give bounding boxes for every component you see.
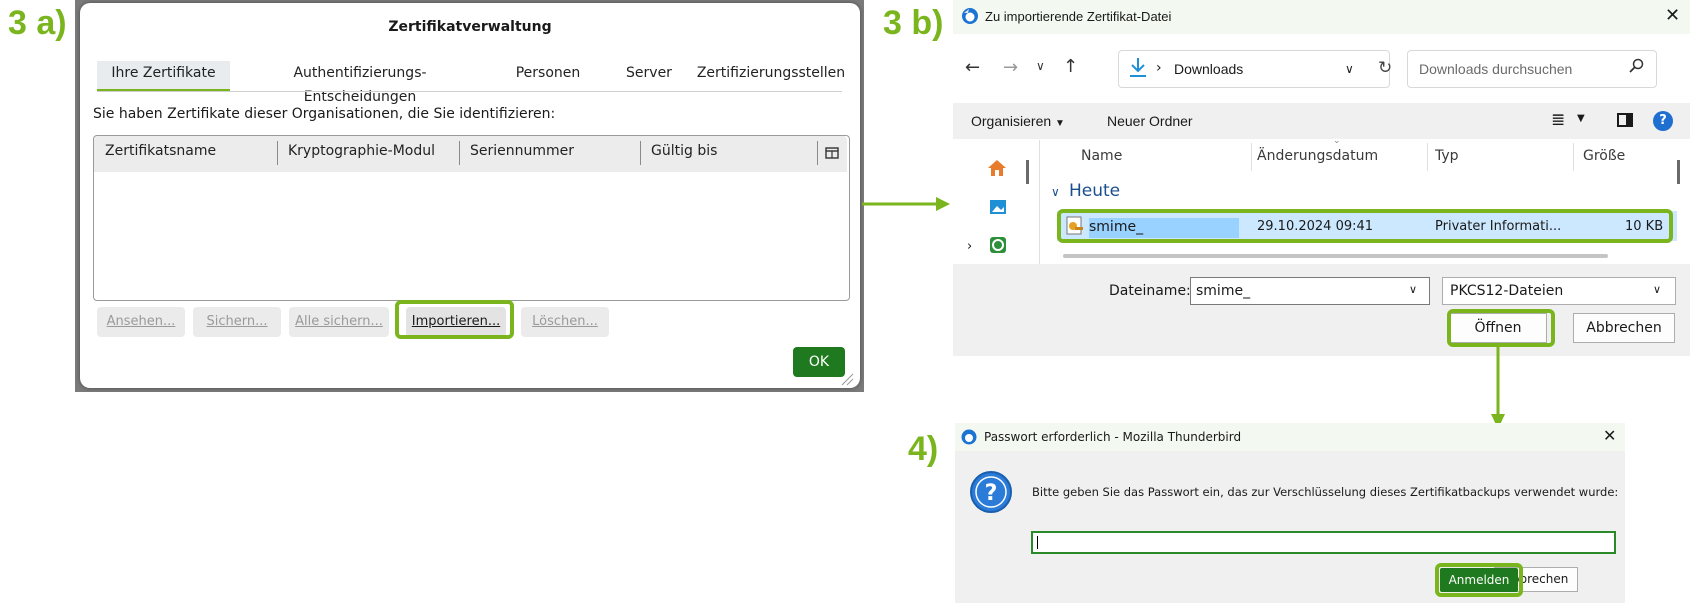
- arrow-right-icon: [862, 197, 950, 211]
- column-separator: [1427, 143, 1428, 171]
- column-header-size[interactable]: Größe: [1583, 148, 1625, 164]
- column-separator: [459, 141, 460, 165]
- column-separator: [1573, 143, 1574, 171]
- column-header-type[interactable]: Typ: [1435, 148, 1459, 164]
- up-icon[interactable]: ↑: [1063, 56, 1078, 77]
- close-icon[interactable]: ✕: [1603, 426, 1616, 445]
- question-icon: ?: [969, 470, 1013, 514]
- arrow-down-icon: [1491, 346, 1505, 429]
- dialog-title: Zu importierende Zertifikat-Datei: [985, 9, 1172, 24]
- backup-all-button[interactable]: Alle sichern...: [289, 307, 389, 337]
- login-button[interactable]: Anmelden: [1440, 568, 1518, 592]
- sort-indicator-icon: ⌄: [1333, 136, 1341, 146]
- tab-divider: [97, 91, 842, 92]
- recent-locations-icon[interactable]: ∨: [1036, 59, 1045, 73]
- breadcrumb-separator: ›: [1156, 60, 1162, 76]
- description-text: Sie haben Zertifikate dieser Organisatio…: [93, 106, 556, 122]
- thunderbird-logo-icon: [961, 429, 977, 445]
- address-dropdown-icon[interactable]: ∨: [1345, 62, 1354, 76]
- step-label-3a: 3 a): [8, 4, 67, 42]
- column-header-date[interactable]: Änderungsdatum: [1257, 148, 1378, 164]
- column-header-serial[interactable]: Seriennummer: [470, 143, 574, 159]
- help-icon[interactable]: ?: [1653, 111, 1673, 131]
- home-icon[interactable]: [987, 158, 1007, 178]
- network-drive-icon[interactable]: [989, 236, 1007, 254]
- file-list-scrollbar[interactable]: [1677, 160, 1680, 184]
- resize-grip-icon[interactable]: [840, 371, 854, 386]
- import-button[interactable]: Importieren...: [406, 307, 506, 337]
- dropdown-arrow-icon: ▼: [1055, 118, 1065, 129]
- expand-chevron-icon[interactable]: ›: [967, 239, 972, 254]
- password-prompt-text: Bitte geben Sie das Passwort ein, das zu…: [1032, 485, 1619, 499]
- group-collapse-icon[interactable]: ∨: [1051, 185, 1060, 199]
- view-dropdown-icon[interactable]: ▼: [1577, 113, 1585, 124]
- cancel-button[interactable]: Abbrechen: [1573, 313, 1675, 343]
- view-options-icon[interactable]: ≣: [1551, 110, 1565, 130]
- refresh-icon[interactable]: ↻: [1378, 58, 1392, 78]
- close-icon[interactable]: ✕: [1665, 5, 1680, 26]
- column-separator: [817, 141, 818, 165]
- thunderbird-logo-icon: [961, 7, 979, 25]
- pane-divider: [1039, 140, 1040, 264]
- file-type-filter[interactable]: PKCS12-Dateien ∨: [1442, 277, 1676, 305]
- new-folder-button[interactable]: Neuer Ordner: [1107, 113, 1193, 129]
- tab-server[interactable]: Server: [604, 61, 694, 89]
- tab-ihre-zertifikate[interactable]: Ihre Zertifikate: [97, 61, 230, 92]
- svg-text:?: ?: [985, 481, 998, 506]
- delete-button[interactable]: Löschen...: [521, 307, 609, 337]
- certificate-manager-dialog: Zertifikatverwaltung Ihre Zertifikate Au…: [80, 3, 860, 388]
- column-picker-icon[interactable]: [825, 145, 839, 159]
- view-button[interactable]: Ansehen...: [97, 307, 185, 337]
- organize-button[interactable]: Organisieren ▼: [971, 113, 1065, 129]
- forward-icon[interactable]: →: [1003, 57, 1018, 78]
- nav-pane-scrollbar[interactable]: [1026, 160, 1029, 184]
- file-date: 29.10.2024 09:41: [1257, 219, 1374, 234]
- backup-button[interactable]: Sichern...: [193, 307, 281, 337]
- file-type-filter-value: PKCS12-Dateien: [1450, 283, 1564, 299]
- horizontal-scrollbar[interactable]: [1063, 254, 1608, 258]
- tab-authentifizierungs-entscheidungen[interactable]: Authentifizierungs-Entscheidungen: [240, 61, 480, 105]
- step-label-3b: 3 b): [883, 4, 944, 42]
- file-open-dialog: Zu importierende Zertifikat-Datei ✕ ← → …: [953, 0, 1690, 356]
- column-separator: [1251, 143, 1252, 171]
- column-header-name[interactable]: Name: [1081, 148, 1122, 164]
- group-heading[interactable]: Heute: [1069, 181, 1120, 201]
- file-name: smime_: [1089, 219, 1144, 235]
- file-size: 10 KB: [1625, 219, 1664, 234]
- column-header-module[interactable]: Kryptographie-Modul: [288, 143, 435, 159]
- ok-button[interactable]: OK: [793, 347, 845, 377]
- organize-label: Organisieren: [971, 113, 1052, 129]
- column-separator: [640, 141, 641, 165]
- text-cursor: [1037, 536, 1038, 549]
- password-input[interactable]: [1031, 531, 1616, 554]
- dialog-title: Zertifikatverwaltung: [388, 19, 552, 35]
- back-icon[interactable]: ←: [965, 57, 980, 78]
- filename-label: Dateiname:: [1109, 283, 1191, 299]
- breadcrumb-downloads[interactable]: Downloads: [1174, 61, 1243, 77]
- filename-dropdown-icon[interactable]: ∨: [1409, 283, 1417, 296]
- password-dialog: Passwort erforderlich - Mozilla Thunderb…: [955, 423, 1625, 603]
- search-icon[interactable]: [1629, 58, 1645, 74]
- filename-combobox[interactable]: smime_ ∨: [1190, 277, 1430, 305]
- tab-zertifizierungsstellen[interactable]: Zertifizierungsstellen: [690, 61, 852, 89]
- search-input[interactable]: Downloads durchsuchen: [1419, 61, 1572, 77]
- filename-input[interactable]: smime_: [1196, 283, 1250, 299]
- downloads-icon: [1127, 55, 1149, 79]
- certificate-file-icon: [1066, 216, 1084, 236]
- gallery-icon[interactable]: [989, 198, 1007, 216]
- preview-pane-icon[interactable]: [1617, 113, 1633, 127]
- column-header-name[interactable]: Zertifikatsname: [105, 143, 216, 159]
- file-type: Privater Informati...: [1435, 219, 1562, 234]
- step-label-4: 4): [908, 430, 939, 468]
- tab-personen[interactable]: Personen: [493, 61, 603, 89]
- column-header-valid-until[interactable]: Gültig bis: [651, 143, 717, 159]
- dialog-title: Passwort erforderlich - Mozilla Thunderb…: [984, 430, 1242, 444]
- column-separator: [277, 141, 278, 165]
- open-button[interactable]: Öffnen: [1449, 313, 1547, 343]
- filter-dropdown-icon[interactable]: ∨: [1653, 283, 1661, 296]
